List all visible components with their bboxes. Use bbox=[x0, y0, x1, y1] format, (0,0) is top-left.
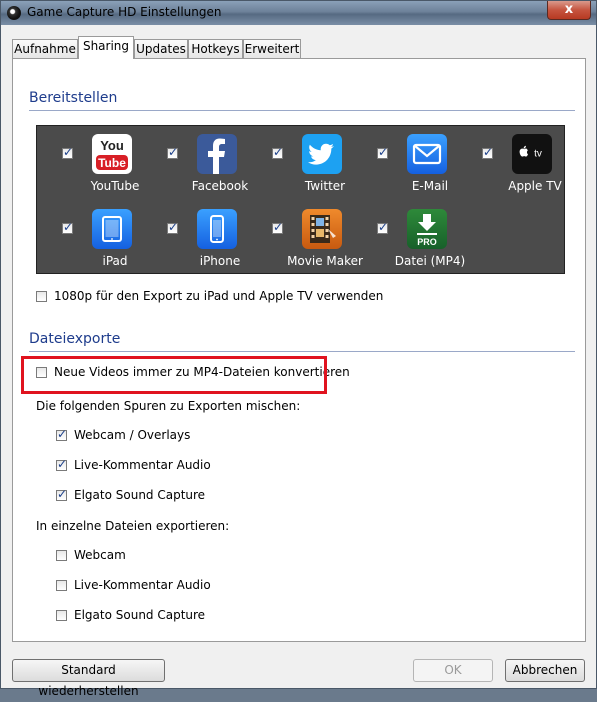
section-title-bereitstellen: Bereitstellen bbox=[29, 90, 118, 106]
app-icon bbox=[7, 6, 21, 20]
ipad-icon bbox=[92, 209, 132, 249]
hd-export-label: 1080p für den Export zu iPad und Apple T… bbox=[54, 289, 384, 303]
mp4-icon-text: PRO bbox=[417, 237, 437, 247]
service-label: Movie Maker bbox=[287, 254, 363, 268]
facebook-checkbox[interactable] bbox=[167, 145, 178, 159]
service-youtube[interactable]: You Tube YouTube bbox=[62, 134, 162, 204]
youtube-checkbox[interactable] bbox=[62, 145, 73, 159]
service-moviemaker[interactable]: Movie Maker bbox=[272, 209, 372, 279]
service-label: Datei (MP4) bbox=[394, 254, 466, 268]
ipad-checkbox[interactable] bbox=[62, 220, 73, 234]
title-bar[interactable]: Game Capture HD Einstellungen x bbox=[1, 1, 596, 25]
appletv-icon-text: tv bbox=[534, 149, 542, 160]
service-twitter[interactable]: Twitter bbox=[272, 134, 372, 204]
sharing-panel: Bereitstellen You Tube YouTube bbox=[12, 58, 586, 642]
twitter-checkbox[interactable] bbox=[272, 145, 283, 159]
service-label: E-Mail bbox=[411, 179, 449, 193]
mix-commentary-checkbox[interactable] bbox=[56, 457, 67, 471]
tab-aufnahme[interactable]: Aufnahme bbox=[12, 39, 78, 58]
separate-soundcapture-checkbox[interactable] bbox=[56, 610, 67, 621]
separate-commentary-checkbox[interactable] bbox=[56, 580, 67, 591]
settings-window: Game Capture HD Einstellungen x Aufnahme… bbox=[0, 0, 597, 698]
tab-erweitert[interactable]: Erweitert bbox=[243, 39, 301, 58]
restore-defaults-button[interactable]: Standard wiederherstellen bbox=[12, 659, 165, 698]
service-label: Facebook bbox=[191, 179, 249, 193]
tab-sharing[interactable]: Sharing bbox=[78, 36, 134, 59]
appletv-icon: tv bbox=[512, 134, 552, 174]
tab-hotkeys[interactable]: Hotkeys bbox=[188, 39, 243, 58]
iphone-icon bbox=[197, 209, 237, 249]
service-label: iPhone bbox=[199, 254, 241, 268]
svg-text:You: You bbox=[100, 138, 124, 153]
mp4-file-icon: PRO bbox=[407, 209, 447, 249]
twitter-icon bbox=[302, 134, 342, 174]
service-label: Twitter bbox=[304, 179, 346, 193]
email-checkbox[interactable] bbox=[377, 145, 388, 159]
service-ipad[interactable]: iPad bbox=[62, 209, 162, 279]
highlight-annotation bbox=[21, 356, 327, 394]
service-label: Apple TV bbox=[508, 179, 562, 193]
mix-soundcapture-checkbox[interactable] bbox=[56, 487, 67, 501]
separate-webcam-checkbox[interactable] bbox=[56, 550, 67, 561]
section-divider bbox=[29, 110, 575, 111]
svg-text:Tube: Tube bbox=[98, 156, 126, 170]
mail-icon bbox=[407, 134, 447, 174]
mix-webcam-checkbox[interactable] bbox=[56, 427, 67, 441]
window-title: Game Capture HD Einstellungen bbox=[27, 5, 222, 19]
hd-export-checkbox[interactable] bbox=[36, 291, 47, 302]
mp4-checkbox[interactable] bbox=[377, 220, 388, 234]
close-button[interactable]: x bbox=[547, 1, 591, 20]
service-label: YouTube bbox=[90, 179, 140, 193]
separate-webcam-label: Webcam bbox=[74, 548, 126, 562]
service-email[interactable]: E-Mail bbox=[377, 134, 477, 204]
section-title-dateiexporte: Dateiexporte bbox=[29, 331, 121, 347]
ok-button[interactable]: OK bbox=[413, 659, 493, 682]
mix-soundcapture-label: Elgato Sound Capture bbox=[74, 488, 206, 502]
appletv-checkbox[interactable] bbox=[482, 145, 493, 159]
iphone-checkbox[interactable] bbox=[167, 220, 178, 234]
section-divider bbox=[29, 351, 575, 352]
mix-tracks-heading: Die folgenden Spuren zu Exporten mischen… bbox=[36, 399, 301, 413]
cancel-button[interactable]: Abbrechen bbox=[505, 659, 585, 682]
mix-commentary-label: Live-Kommentar Audio bbox=[74, 458, 211, 472]
youtube-icon: You Tube bbox=[92, 134, 132, 174]
facebook-icon bbox=[197, 134, 237, 174]
service-appletv[interactable]: tv Apple TV bbox=[482, 134, 582, 204]
service-facebook[interactable]: Facebook bbox=[167, 134, 267, 204]
service-mp4[interactable]: PRO Datei (MP4) bbox=[377, 209, 477, 279]
moviemaker-checkbox[interactable] bbox=[272, 220, 283, 234]
separate-soundcapture-label: Elgato Sound Capture bbox=[74, 608, 206, 622]
tab-updates[interactable]: Updates bbox=[134, 39, 188, 58]
mix-webcam-label: Webcam / Overlays bbox=[74, 428, 191, 442]
moviemaker-icon bbox=[302, 209, 342, 249]
service-label: iPad bbox=[102, 254, 128, 268]
separate-files-heading: In einzelne Dateien exportieren: bbox=[36, 519, 230, 533]
separate-commentary-label: Live-Kommentar Audio bbox=[74, 578, 211, 592]
share-services-grid: You Tube YouTube Facebook bbox=[36, 125, 565, 274]
service-iphone[interactable]: iPhone bbox=[167, 209, 267, 279]
